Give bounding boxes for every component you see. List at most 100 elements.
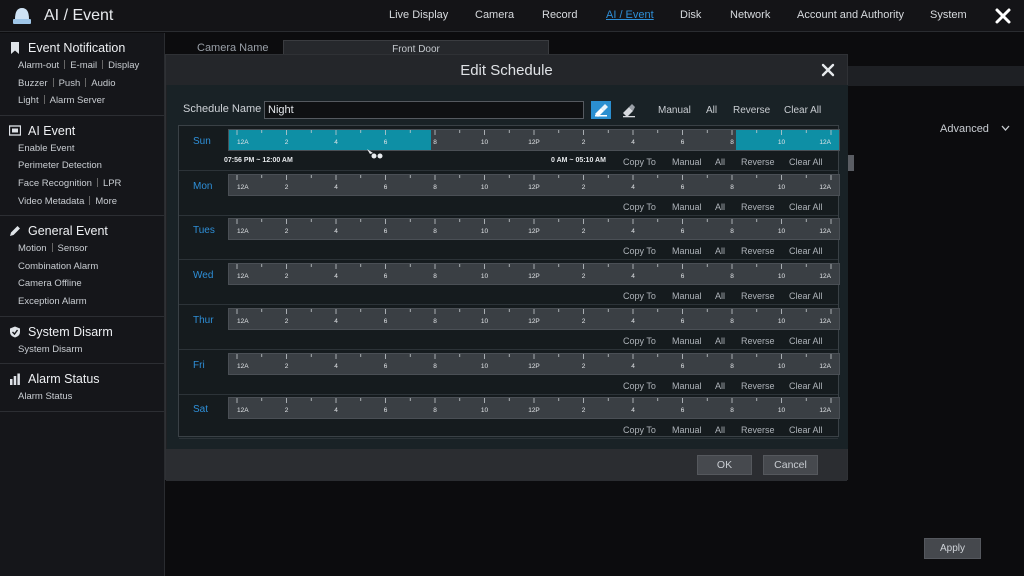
row-action-copy-to[interactable]: Copy To (623, 336, 656, 346)
row-action-clear-all[interactable]: Clear All (789, 381, 823, 391)
row-action-all[interactable]: All (715, 246, 725, 256)
eraser-icon[interactable] (619, 101, 639, 119)
row-action-manual[interactable]: Manual (672, 157, 702, 167)
row-action-clear-all[interactable]: Clear All (789, 291, 823, 301)
sidebar-link[interactable]: LPR (103, 178, 121, 189)
schedule-name-input[interactable] (264, 101, 584, 119)
background-strip (848, 66, 1024, 86)
row-action-reverse[interactable]: Reverse (741, 157, 775, 167)
row-action-manual[interactable]: Manual (672, 291, 702, 301)
row-action-clear-all[interactable]: Clear All (789, 202, 823, 212)
advanced-toggle[interactable]: Advanced (940, 123, 989, 135)
sidebar-link[interactable]: Light (18, 95, 39, 106)
nav-item-7[interactable]: System (930, 9, 967, 21)
hour-tick-label: 4 (334, 184, 338, 191)
header-action-1[interactable]: All (706, 105, 717, 116)
sidebar-group-header[interactable]: AI Event (0, 122, 164, 140)
hour-tick-label: 10 (481, 139, 489, 146)
row-action-clear-all[interactable]: Clear All (789, 246, 823, 256)
header-action-2[interactable]: Reverse (733, 105, 770, 116)
close-icon[interactable] (994, 7, 1012, 25)
sidebar-group-header[interactable]: System Disarm (0, 323, 164, 341)
row-action-reverse[interactable]: Reverse (741, 381, 775, 391)
sidebar-group-header[interactable]: Event Notification (0, 39, 164, 57)
sidebar-link[interactable]: Video Metadata (18, 196, 84, 207)
nav-item-6[interactable]: Account and Authority (797, 9, 904, 21)
row-action-copy-to[interactable]: Copy To (623, 246, 656, 256)
sidebar-link[interactable]: System Disarm (18, 344, 82, 355)
row-action-copy-to[interactable]: Copy To (623, 381, 656, 391)
header-action-0[interactable]: Manual (658, 105, 691, 116)
hour-tick-label: 6 (384, 318, 388, 325)
header-action-3[interactable]: Clear All (784, 105, 821, 116)
row-action-all[interactable]: All (715, 381, 725, 391)
chevron-down-icon[interactable] (1001, 125, 1010, 132)
row-action-manual[interactable]: Manual (672, 202, 702, 212)
nav-item-3[interactable]: AI / Event (606, 9, 654, 21)
ok-button[interactable]: OK (697, 455, 752, 475)
sidebar-link[interactable]: More (95, 196, 117, 207)
hour-tick-label: 6 (384, 139, 388, 146)
hour-tick-label: 4 (631, 363, 635, 370)
hour-tick-label: 12P (528, 318, 540, 325)
brush-icon[interactable] (591, 101, 611, 119)
row-action-all[interactable]: All (715, 157, 725, 167)
sidebar-link[interactable]: E-mail (70, 60, 97, 71)
row-action-clear-all[interactable]: Clear All (789, 157, 823, 167)
scrollbar-thumb[interactable] (848, 155, 854, 171)
sidebar-link[interactable]: Push (59, 78, 81, 89)
sidebar-link[interactable]: Audio (91, 78, 115, 89)
row-action-copy-to[interactable]: Copy To (623, 425, 656, 435)
drag-handle-icon[interactable] (365, 148, 385, 160)
row-action-reverse[interactable]: Reverse (741, 291, 775, 301)
hour-tick-label: 10 (778, 139, 786, 146)
row-action-all[interactable]: All (715, 425, 725, 435)
sidebar-link[interactable]: Buzzer (18, 78, 48, 89)
sidebar-link[interactable]: Alarm Status (18, 391, 72, 402)
sidebar-link[interactable]: Motion (18, 243, 47, 254)
row-action-manual[interactable]: Manual (672, 246, 702, 256)
sidebar-link[interactable]: Sensor (58, 243, 88, 254)
row-action-reverse[interactable]: Reverse (741, 202, 775, 212)
row-action-copy-to[interactable]: Copy To (623, 157, 656, 167)
sidebar-link[interactable]: Combination Alarm (18, 261, 98, 272)
nav-item-0[interactable]: Live Display (389, 9, 448, 21)
sidebar-group-header[interactable]: Alarm Status (0, 370, 164, 388)
sidebar-link[interactable]: Perimeter Detection (18, 160, 102, 171)
nav-item-5[interactable]: Network (730, 9, 770, 21)
row-action-manual[interactable]: Manual (672, 381, 702, 391)
row-action-clear-all[interactable]: Clear All (789, 336, 823, 346)
schedule-grid: Sun 12A 2 4 6 8 10 12P 2 4 6 8 10 12A 07:56 PM ~ 12:00… (178, 125, 840, 440)
sidebar-link[interactable]: Enable Event (18, 143, 75, 154)
row-action-all[interactable]: All (715, 336, 725, 346)
sidebar-link[interactable]: Display (108, 60, 139, 71)
row-action-clear-all[interactable]: Clear All (789, 425, 823, 435)
apply-button[interactable]: Apply (924, 538, 981, 559)
row-action-copy-to[interactable]: Copy To (623, 202, 656, 212)
nav-item-4[interactable]: Disk (680, 9, 701, 21)
nav-item-2[interactable]: Record (542, 9, 577, 21)
sidebar-link-row: Alarm-out E-mail Display (18, 57, 164, 75)
row-action-reverse[interactable]: Reverse (741, 336, 775, 346)
row-action-manual[interactable]: Manual (672, 425, 702, 435)
row-action-all[interactable]: All (715, 202, 725, 212)
sidebar-link[interactable]: Alarm-out (18, 60, 59, 71)
hour-ticks: 12A 2 4 6 8 10 12P 2 4 6 8 10 12A (236, 353, 832, 370)
row-action-reverse[interactable]: Reverse (741, 246, 775, 256)
row-action-reverse[interactable]: Reverse (741, 425, 775, 435)
sidebar-link-row: Face Recognition LPR (18, 175, 164, 193)
sidebar-link[interactable]: Camera Offline (18, 278, 82, 289)
row-action-copy-to[interactable]: Copy To (623, 291, 656, 301)
sidebar-link[interactable]: Exception Alarm (18, 296, 87, 307)
nav-item-1[interactable]: Camera (475, 9, 514, 21)
dialog-close-icon[interactable] (821, 63, 835, 77)
hour-tick-label: 12A (819, 407, 831, 414)
hour-tick-label: 6 (681, 228, 685, 235)
cancel-button[interactable]: Cancel (763, 455, 818, 475)
row-action-manual[interactable]: Manual (672, 336, 702, 346)
sidebar-link[interactable]: Face Recognition (18, 178, 92, 189)
row-action-all[interactable]: All (715, 291, 725, 301)
day-row-actions: Copy To Manual All Reverse Clear All (623, 425, 833, 437)
sidebar-link[interactable]: Alarm Server (50, 95, 105, 106)
sidebar-group-header[interactable]: General Event (0, 222, 164, 240)
